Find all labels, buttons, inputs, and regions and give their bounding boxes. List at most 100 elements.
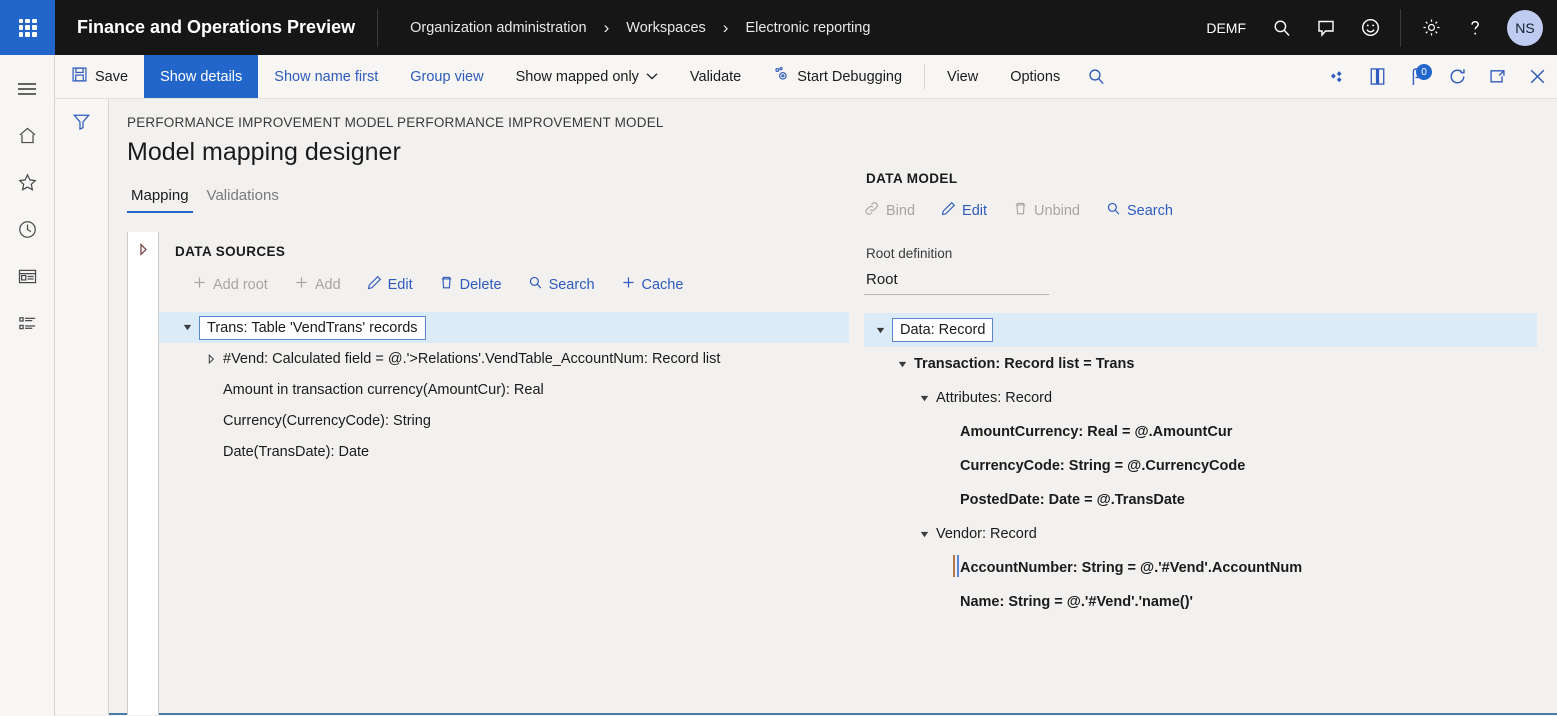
page-eyebrow: PERFORMANCE IMPROVEMENT MODEL PERFORMANC… — [127, 115, 1557, 130]
twisty-expanded-icon[interactable] — [175, 322, 199, 333]
tab-validations[interactable]: Validations — [203, 185, 283, 213]
tree-node[interactable]: Trans: Table 'VendTrans' records — [159, 312, 849, 343]
page-content: PERFORMANCE IMPROVEMENT MODEL PERFORMANC… — [109, 99, 1557, 715]
modules-list-icon[interactable] — [0, 300, 55, 347]
cache-button[interactable]: Cache — [608, 271, 697, 298]
pencil-icon — [367, 275, 382, 294]
add-root-button[interactable]: Add root — [179, 271, 281, 298]
app-window: Finance and Operations Preview Organizat… — [0, 0, 1557, 716]
model-tree-node[interactable]: Data: Record — [864, 313, 1537, 347]
expand-chevron-icon — [138, 243, 149, 715]
options-button[interactable]: Options — [994, 55, 1076, 98]
twisty-collapsed-icon[interactable] — [199, 353, 223, 365]
twisty-expanded-icon[interactable] — [912, 529, 936, 540]
model-tree-node-label: Transaction: Record list = Trans — [914, 356, 1134, 372]
attachments-flag-icon[interactable]: 0 — [1397, 55, 1437, 98]
home-icon[interactable] — [0, 112, 55, 159]
pencil-icon — [941, 201, 956, 220]
command-spacer — [1116, 55, 1317, 98]
twisty-expanded-icon[interactable] — [912, 393, 936, 404]
open-in-new-window-icon[interactable] — [1477, 55, 1517, 98]
model-tree-node[interactable]: PostedDate: Date = @.TransDate — [864, 483, 1557, 517]
command-search-icon[interactable] — [1076, 55, 1116, 98]
data-sources-body: DATA SOURCES Add root Add — [159, 232, 849, 715]
model-search-label: Search — [1127, 203, 1173, 219]
filter-strip — [55, 99, 109, 715]
close-icon[interactable] — [1517, 55, 1557, 98]
favorites-star-icon[interactable] — [0, 159, 55, 206]
hamburger-menu-icon[interactable] — [0, 65, 55, 112]
plus-icon — [621, 275, 636, 294]
show-mapped-only-label: Show mapped only — [516, 69, 639, 85]
data-model-toolbar: Bind Edit Unbind — [864, 186, 1557, 224]
search-label: Search — [549, 277, 595, 293]
breadcrumb-item-0[interactable]: Organization administration — [400, 20, 597, 36]
tree-node[interactable]: #Vend: Calculated field = @.'>Relations'… — [159, 343, 849, 374]
cache-label: Cache — [642, 277, 684, 293]
show-details-button[interactable]: Show details — [144, 55, 258, 98]
data-sources-toolbar: Add root Add Edit — [159, 259, 849, 298]
command-bar: Save Show details Show name first Group … — [55, 55, 1557, 99]
tree-node-label: Amount in transaction currency(AmountCur… — [223, 382, 544, 398]
twisty-expanded-icon[interactable] — [868, 325, 892, 336]
feedback-smiley-icon[interactable] — [1348, 0, 1392, 55]
company-selector[interactable]: DEMF — [1192, 20, 1260, 36]
nav-divider — [1400, 9, 1401, 47]
view-button[interactable]: View — [931, 55, 994, 98]
delete-button[interactable]: Delete — [426, 271, 515, 298]
tree-node[interactable]: Date(TransDate): Date — [159, 436, 849, 467]
model-tree-node[interactable]: Vendor: Record — [864, 517, 1557, 551]
tab-mapping[interactable]: Mapping — [127, 185, 193, 213]
recent-clock-icon[interactable] — [0, 206, 55, 253]
model-tree-node[interactable]: Transaction: Record list = Trans — [864, 347, 1557, 381]
root-definition-label: Root definition — [864, 224, 1557, 261]
root-definition-input[interactable] — [864, 267, 1049, 295]
save-button[interactable]: Save — [55, 55, 144, 98]
twisty-expanded-icon[interactable] — [890, 359, 914, 370]
unbind-button[interactable]: Unbind — [1000, 197, 1093, 224]
tree-node[interactable]: Currency(CurrencyCode): String — [159, 405, 849, 436]
model-tree-node-label: Data: Record — [892, 318, 993, 342]
breadcrumb-separator-icon: › — [716, 19, 736, 36]
model-tree-node[interactable]: Name: String = @.'#Vend'.'name()' — [864, 585, 1557, 619]
breadcrumb: Organization administration › Workspaces… — [378, 19, 880, 36]
help-question-icon[interactable] — [1453, 0, 1497, 55]
filter-funnel-icon[interactable] — [71, 111, 92, 715]
left-navigation-rail — [0, 55, 55, 716]
personalize-diamond-icon[interactable] — [1317, 55, 1357, 98]
search-icon — [528, 275, 543, 294]
group-view-button[interactable]: Group view — [394, 55, 499, 98]
model-tree-node[interactable]: AmountCurrency: Real = @.AmountCur — [864, 415, 1557, 449]
breadcrumb-item-1[interactable]: Workspaces — [616, 20, 716, 36]
show-mapped-only-dropdown[interactable]: Show mapped only — [500, 55, 674, 98]
tree-node-label: Trans: Table 'VendTrans' records — [199, 316, 426, 340]
data-sources-tree: Trans: Table 'VendTrans' records #Vend: … — [159, 312, 849, 467]
workspaces-icon[interactable] — [0, 253, 55, 300]
office-app-icon[interactable] — [1357, 55, 1397, 98]
start-debugging-button[interactable]: Start Debugging — [757, 55, 918, 98]
validate-button[interactable]: Validate — [674, 55, 757, 98]
breadcrumb-item-2[interactable]: Electronic reporting — [735, 20, 880, 36]
app-launcher-icon[interactable] — [0, 0, 55, 55]
show-name-first-button[interactable]: Show name first — [258, 55, 394, 98]
data-sources-collapse-toggle[interactable] — [127, 232, 159, 715]
data-model-tree: Data: Record Transaction: Record list = … — [864, 313, 1557, 619]
model-edit-button[interactable]: Edit — [928, 197, 1000, 224]
model-tree-node[interactable]: AccountNumber: String = @.'#Vend'.Accoun… — [864, 551, 1557, 585]
model-tree-node[interactable]: Attributes: Record — [864, 381, 1557, 415]
tree-node[interactable]: Amount in transaction currency(AmountCur… — [159, 374, 849, 405]
trash-icon — [439, 275, 454, 294]
model-tree-node-label: Attributes: Record — [936, 390, 1052, 406]
start-debugging-label: Start Debugging — [797, 69, 902, 85]
chat-icon[interactable] — [1304, 0, 1348, 55]
search-icon[interactable] — [1260, 0, 1304, 55]
model-tree-node[interactable]: CurrencyCode: String = @.CurrencyCode — [864, 449, 1557, 483]
avatar[interactable]: NS — [1507, 10, 1543, 46]
bind-button[interactable]: Bind — [864, 197, 928, 224]
search-button[interactable]: Search — [515, 271, 608, 298]
model-search-button[interactable]: Search — [1093, 197, 1186, 224]
add-button[interactable]: Add — [281, 271, 354, 298]
refresh-icon[interactable] — [1437, 55, 1477, 98]
settings-gear-icon[interactable] — [1409, 0, 1453, 55]
edit-button[interactable]: Edit — [354, 271, 426, 298]
